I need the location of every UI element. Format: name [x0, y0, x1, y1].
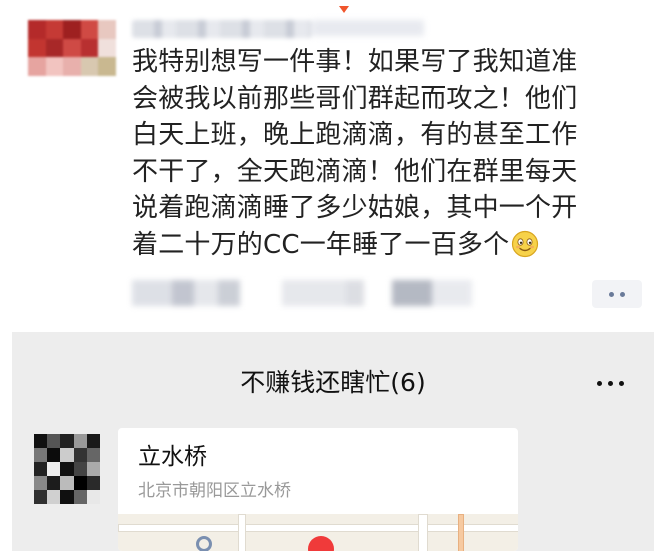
moment-post: 我特别想写一件事！如果写了我知道准 会被我以前那些哥们群起而攻之！他们 白天上班…: [14, 0, 654, 320]
map-road: [458, 514, 464, 551]
caret-down-icon: [339, 6, 349, 13]
more-dot: [620, 291, 625, 297]
post-body-text: 我特别想写一件事！如果写了我知道准 会被我以前那些哥们群起而攻之！他们 白天上班…: [132, 47, 578, 260]
blurred-post-meta: [132, 280, 472, 306]
sender-avatar[interactable]: [34, 434, 100, 504]
location-name: 立水桥: [138, 444, 207, 470]
smiley-emoji-icon: [512, 230, 539, 257]
more-dots-icon: [596, 380, 602, 386]
post-text-block: 我特别想写一件事！如果写了我知道准 会被我以前那些哥们群起而攻之！他们 白天上班…: [132, 44, 652, 263]
group-chat-screenshot: 不赚钱还瞎忙(6) 立水桥 北京市朝阳区立水桥: [12, 332, 654, 551]
map-pin-icon: [308, 536, 334, 551]
more-dot: [607, 380, 613, 386]
my-location-icon: [196, 536, 212, 551]
screenshot-frame: 我特别想写一件事！如果写了我知道准 会被我以前那些哥们群起而攻之！他们 白天上班…: [0, 0, 654, 551]
chat-title: 不赚钱还瞎忙(6): [240, 368, 426, 397]
map-road: [238, 514, 246, 551]
location-message-card[interactable]: 立水桥 北京市朝阳区立水桥: [118, 428, 518, 551]
chat-more-button[interactable]: [590, 372, 630, 394]
chat-header: 不赚钱还瞎忙(6): [12, 332, 654, 416]
blurred-avatar: [28, 20, 116, 76]
location-address: 北京市朝阳区立水桥: [138, 481, 291, 501]
post-more-button[interactable]: [592, 280, 642, 308]
section-divider: [0, 322, 654, 332]
more-dots-icon: [609, 291, 614, 297]
map-road: [418, 514, 428, 551]
blurred-username: [132, 20, 312, 38]
more-dot: [618, 380, 624, 386]
map-preview: [118, 514, 518, 551]
